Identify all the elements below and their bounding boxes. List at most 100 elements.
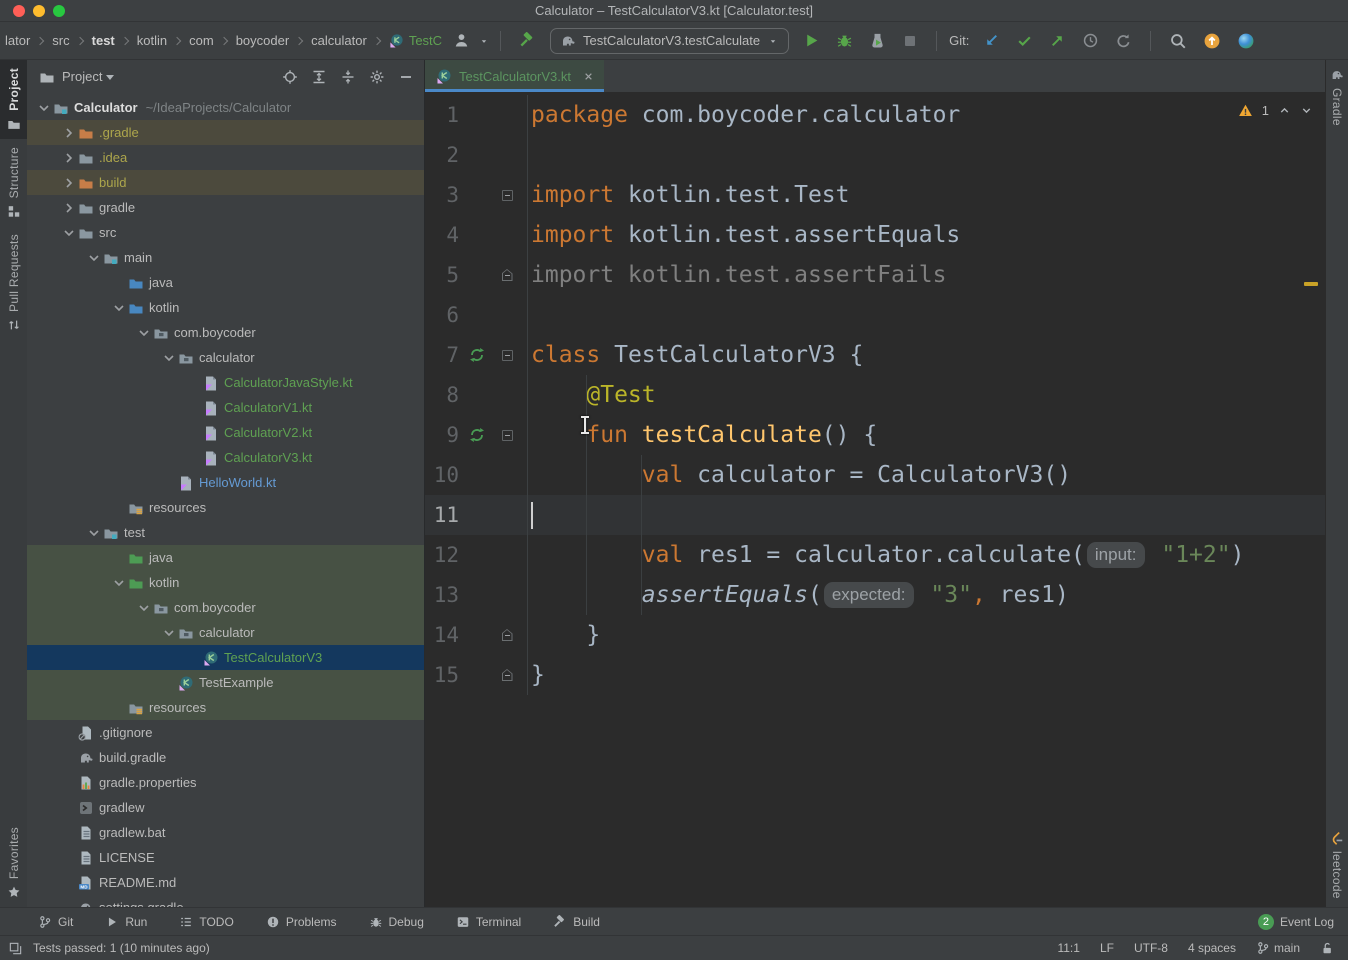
run-configuration-select[interactable]: TestCalculatorV3.testCalculate	[550, 28, 789, 54]
run-with-coverage-button[interactable]	[869, 32, 886, 49]
tool-window-toggle-icon[interactable]	[8, 941, 23, 956]
code-line-2[interactable]: 2	[425, 135, 1325, 175]
tree-item-gradle[interactable]: gradle	[27, 195, 424, 220]
tree-item-calculator[interactable]: calculator	[27, 620, 424, 645]
caret-position[interactable]: 11:1	[1057, 941, 1079, 955]
tree-item-gitignore[interactable]: .gitignore	[27, 720, 424, 745]
fold-marker-icon[interactable]	[502, 629, 513, 641]
code-line-13[interactable]: 13 assertEquals(expected: "3", res1)	[425, 575, 1325, 615]
rollback-button[interactable]	[1115, 32, 1132, 49]
chevron-down-icon[interactable]	[35, 100, 52, 116]
code-line-7[interactable]: 7class TestCalculatorV3 {	[425, 335, 1325, 375]
chevron-down-icon[interactable]	[110, 575, 127, 591]
file-encoding[interactable]: UTF-8	[1134, 941, 1168, 955]
tree-item-resources[interactable]: resources	[27, 495, 424, 520]
tree-item-java[interactable]: java	[27, 545, 424, 570]
code-line-10[interactable]: 10 val calculator = CalculatorV3()	[425, 455, 1325, 495]
tool-window-bar-todo[interactable]: TODO	[179, 915, 233, 929]
search-everywhere-button[interactable]	[1169, 32, 1187, 50]
git-push-button[interactable]	[1049, 32, 1066, 49]
fold-marker-icon[interactable]	[502, 269, 513, 281]
unlock-icon[interactable]	[1320, 941, 1334, 955]
inspection-widget[interactable]: 1	[1238, 103, 1313, 118]
tree-item-test[interactable]: test	[27, 520, 424, 545]
code-line-14[interactable]: 14 }	[425, 615, 1325, 655]
run-button[interactable]	[803, 32, 820, 49]
code-line-6[interactable]: 6	[425, 295, 1325, 335]
fold-marker-icon[interactable]	[502, 669, 513, 681]
code-line-1[interactable]: 1package com.boycoder.calculator	[425, 95, 1325, 135]
history-button[interactable]	[1082, 32, 1099, 49]
update-notification-icon[interactable]	[1203, 32, 1221, 50]
tool-window-bar-problems[interactable]: Problems	[266, 915, 337, 929]
chevron-up-icon[interactable]	[1278, 104, 1291, 117]
tree-item-gradlew[interactable]: gradlew	[27, 795, 424, 820]
tree-item-kotlin[interactable]: kotlin	[27, 570, 424, 595]
breadcrumb-item-kotlin[interactable]: kotlin	[134, 33, 170, 48]
tree-item-gradle-properties[interactable]: gradle.properties	[27, 770, 424, 795]
chevron-down-icon[interactable]	[160, 625, 177, 641]
code-line-9[interactable]: 9 fun testCalculate() {	[425, 415, 1325, 455]
git-update-button[interactable]	[983, 32, 1000, 49]
tree-item-calculator[interactable]: calculator	[27, 345, 424, 370]
tree-item-readme-md[interactable]: MDREADME.md	[27, 870, 424, 895]
tool-window-bar-run[interactable]: Run	[105, 915, 147, 929]
chevron-down-icon[interactable]	[160, 350, 177, 366]
tree-item-calculatorv1-kt[interactable]: CalculatorV1.kt	[27, 395, 424, 420]
breadcrumb-item-calculator[interactable]: calculator	[308, 33, 370, 48]
chevron-right-icon[interactable]	[60, 125, 77, 141]
tree-item-java[interactable]: java	[27, 270, 424, 295]
tree-item-calculatorjavastyle-kt[interactable]: CalculatorJavaStyle.kt	[27, 370, 424, 395]
breadcrumb-item-class[interactable]: TestC	[386, 33, 445, 48]
build-project-button[interactable]	[519, 32, 536, 49]
tree-item-calculatorv3-kt[interactable]: CalculatorV3.kt	[27, 445, 424, 470]
tree-item-kotlin[interactable]: kotlin	[27, 295, 424, 320]
tree-item-main[interactable]: main	[27, 245, 424, 270]
git-branch-widget[interactable]: main	[1256, 941, 1300, 955]
status-message[interactable]: Tests passed: 1 (10 minutes ago)	[33, 941, 210, 955]
tree-item-calculator[interactable]: Calculator~/IdeaProjects/Calculator	[27, 95, 424, 120]
select-opened-file-button[interactable]	[282, 69, 298, 85]
chevron-right-icon[interactable]	[60, 175, 77, 191]
line-separator[interactable]: LF	[1100, 941, 1114, 955]
stop-button[interactable]	[902, 33, 918, 49]
breadcrumb-item-com[interactable]: com	[186, 33, 217, 48]
breadcrumb-item-test[interactable]: test	[89, 33, 118, 48]
chevron-down-icon[interactable]	[110, 300, 127, 316]
tool-window-button-pull-requests[interactable]: Pull Requests	[0, 226, 27, 340]
chevron-down-icon[interactable]	[106, 75, 114, 80]
chevron-down-icon[interactable]	[60, 225, 77, 241]
code-line-12[interactable]: 12 val res1 = calculator.calculate(input…	[425, 535, 1325, 575]
fold-marker-icon[interactable]	[502, 350, 513, 361]
breadcrumb-item-src[interactable]: src	[49, 33, 72, 48]
tree-item-calculatorv2-kt[interactable]: CalculatorV2.kt	[27, 420, 424, 445]
zoom-window-button[interactable]	[53, 5, 65, 17]
chevron-right-icon[interactable]	[60, 200, 77, 216]
tree-item-testcalculatorv3[interactable]: TestCalculatorV3	[27, 645, 424, 670]
code-line-8[interactable]: 8 @Test	[425, 375, 1325, 415]
hide-panel-button[interactable]	[398, 69, 414, 85]
code-line-11[interactable]: 11	[425, 495, 1325, 535]
warning-stripe-mark[interactable]	[1304, 282, 1318, 286]
tool-window-button-leetcode[interactable]: leetcode	[1326, 823, 1348, 907]
git-commit-button[interactable]	[1016, 32, 1033, 49]
close-icon[interactable]	[582, 70, 595, 83]
tree-item-license[interactable]: LICENSE	[27, 845, 424, 870]
tree-item-testexample[interactable]: TestExample	[27, 670, 424, 695]
run-test-icon[interactable]	[469, 427, 485, 443]
code-line-3[interactable]: 3import kotlin.test.Test	[425, 175, 1325, 215]
tool-window-button-project[interactable]: Project	[0, 60, 27, 139]
tree-item-com-boycoder[interactable]: com.boycoder	[27, 320, 424, 345]
project-panel-title[interactable]: Project	[62, 69, 102, 84]
indent-setting[interactable]: 4 spaces	[1188, 941, 1236, 955]
code-with-me-icon[interactable]	[1237, 32, 1255, 50]
chevron-down-icon[interactable]	[135, 600, 152, 616]
code-line-15[interactable]: 15}	[425, 655, 1325, 695]
chevron-down-icon[interactable]	[1300, 104, 1313, 117]
tree-item-src[interactable]: src	[27, 220, 424, 245]
chevron-down-icon[interactable]	[135, 325, 152, 341]
chevron-down-icon[interactable]	[85, 250, 102, 266]
tree-item-gradle[interactable]: .gradle	[27, 120, 424, 145]
code-line-5[interactable]: 5import kotlin.test.assertFails	[425, 255, 1325, 295]
fold-marker-icon[interactable]	[502, 190, 513, 201]
